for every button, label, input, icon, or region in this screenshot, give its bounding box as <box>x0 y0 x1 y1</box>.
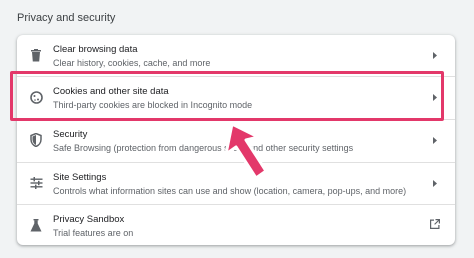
row-subtitle: Safe Browsing (protection from dangerous… <box>53 143 354 153</box>
row-title: Security <box>53 129 88 140</box>
open-in-new-icon[interactable] <box>429 218 441 230</box>
shield-icon <box>29 133 43 147</box>
sliders-icon <box>29 176 43 190</box>
highlight-box <box>10 71 444 121</box>
row-title: Clear browsing data <box>53 44 138 55</box>
flask-icon <box>29 218 43 232</box>
trash-icon <box>29 48 43 62</box>
chevron-right-icon <box>433 180 437 187</box>
row-title: Privacy Sandbox <box>53 214 125 225</box>
section-title: Privacy and security <box>17 12 116 24</box>
clear-browsing-data-row[interactable]: Clear browsing data Clear history, cooki… <box>17 35 455 76</box>
row-subtitle: Clear history, cookies, cache, and more <box>53 58 211 68</box>
row-subtitle: Trial features are on <box>53 228 134 238</box>
arrow-pointer-icon <box>224 122 268 180</box>
chevron-right-icon <box>433 137 437 144</box>
row-title: Site Settings <box>53 172 107 183</box>
chevron-right-icon <box>433 52 437 59</box>
privacy-sandbox-row[interactable]: Privacy Sandbox Trial features are on <box>17 204 455 245</box>
